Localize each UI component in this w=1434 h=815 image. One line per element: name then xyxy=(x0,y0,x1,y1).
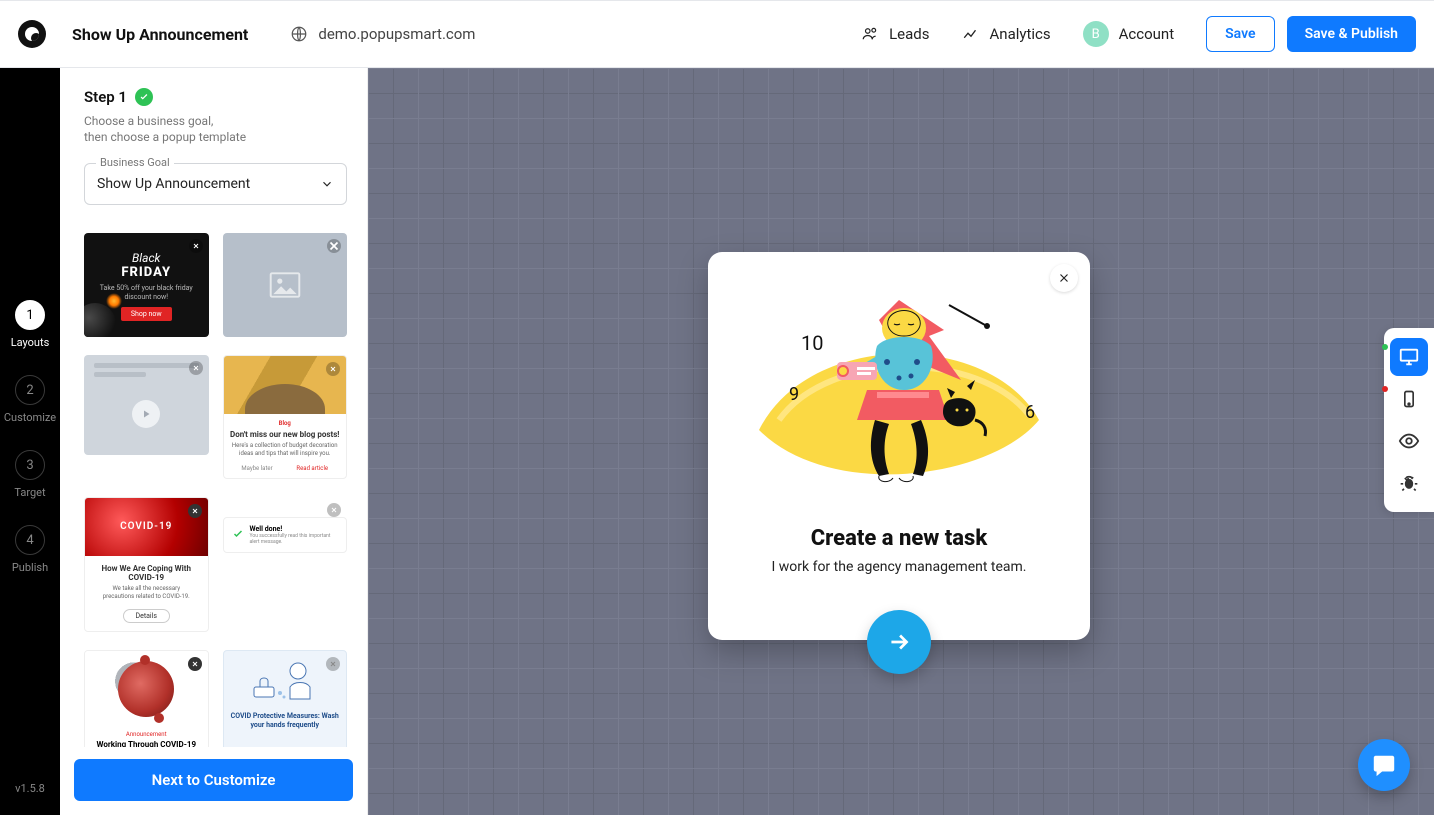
rail-step-publish[interactable]: 4 Publish xyxy=(0,525,60,574)
analytics-icon xyxy=(962,25,980,43)
step-label: Publish xyxy=(12,561,48,574)
template-blog[interactable]: Blog Don't miss our new blog posts! Here… xyxy=(223,355,348,479)
account-label: Account xyxy=(1119,25,1175,43)
mobile-icon xyxy=(1399,389,1419,409)
image-icon xyxy=(269,272,301,298)
domain-text: demo.popupsmart.com xyxy=(318,25,475,43)
close-icon xyxy=(189,239,203,253)
save-button[interactable]: Save xyxy=(1206,16,1274,52)
template-virus[interactable]: Announcement Working Through COVID-19 xyxy=(84,650,209,747)
editor-canvas[interactable]: 10 9 6 xyxy=(368,68,1434,815)
status-dot-icon xyxy=(1382,386,1388,392)
rail-step-layouts[interactable]: 1 Layouts xyxy=(0,300,60,349)
select-legend: Business Goal xyxy=(96,156,174,169)
virus-icon xyxy=(118,661,174,717)
popup-continue-button[interactable] xyxy=(867,610,931,674)
brand-logo xyxy=(18,20,46,48)
step-label: Layouts xyxy=(11,336,50,349)
avatar: B xyxy=(1083,21,1109,47)
step-number: 4 xyxy=(15,525,45,555)
arrow-right-icon xyxy=(886,629,912,655)
step-label: Customize xyxy=(4,411,56,424)
account-link[interactable]: B Account xyxy=(1083,21,1175,47)
popup-preview[interactable]: 10 9 6 xyxy=(708,252,1090,640)
sidebar-panel: Step 1 Choose a business goal, then choo… xyxy=(60,68,368,815)
svg-text:10: 10 xyxy=(801,331,823,355)
template-toast[interactable]: Well done!You successfully read this imp… xyxy=(223,497,348,633)
chat-icon xyxy=(1371,752,1397,778)
svg-text:9: 9 xyxy=(789,384,799,405)
version-label: v1.5.8 xyxy=(0,782,60,795)
step-description: Choose a business goal, then choose a po… xyxy=(84,114,347,145)
preview-button[interactable] xyxy=(1390,422,1428,460)
debug-button[interactable] xyxy=(1390,464,1428,502)
close-icon xyxy=(188,504,202,518)
close-icon xyxy=(327,239,341,253)
eye-icon xyxy=(1398,430,1420,452)
domain-indicator[interactable]: demo.popupsmart.com xyxy=(290,25,475,43)
step-label: Target xyxy=(14,486,45,499)
page-title: Show Up Announcement xyxy=(72,25,248,44)
select-value: Show Up Announcement xyxy=(97,176,250,192)
bug-icon xyxy=(1399,473,1419,493)
popup-illustration: 10 9 6 xyxy=(739,270,1059,510)
close-icon xyxy=(189,361,203,375)
analytics-label: Analytics xyxy=(990,25,1051,43)
check-icon xyxy=(232,525,244,544)
business-goal-select[interactable]: Show Up Announcement xyxy=(84,163,347,205)
chevron-down-icon xyxy=(320,177,334,191)
step-rail: 1 Layouts 2 Customize 3 Target 4 Publish… xyxy=(0,68,60,815)
viewport-tools xyxy=(1384,328,1434,512)
template-covid[interactable]: COVID-19 How We Are Coping With COVID-19… xyxy=(84,497,209,633)
step-title: Step 1 xyxy=(84,88,127,106)
check-icon xyxy=(135,88,153,106)
leads-label: Leads xyxy=(889,25,929,43)
svg-text:6: 6 xyxy=(1025,402,1035,423)
leads-icon xyxy=(861,25,879,43)
rail-step-target[interactable]: 3 Target xyxy=(0,450,60,499)
play-icon xyxy=(132,400,160,428)
rail-step-customize[interactable]: 2 Customize xyxy=(0,375,60,424)
close-icon xyxy=(327,503,341,517)
template-video[interactable] xyxy=(84,355,209,455)
close-icon xyxy=(188,657,202,671)
leads-link[interactable]: Leads xyxy=(861,25,929,43)
template-black-friday[interactable]: BlackFRIDAY Take 50% off your black frid… xyxy=(84,233,209,337)
top-header: Show Up Announcement demo.popupsmart.com… xyxy=(0,0,1434,68)
intercom-launcher[interactable] xyxy=(1358,739,1410,791)
step-number: 2 xyxy=(15,375,45,405)
status-dot-icon xyxy=(1382,344,1388,350)
popup-subtitle: I work for the agency management team. xyxy=(771,559,1026,575)
monitor-icon xyxy=(1398,346,1420,368)
template-image-placeholder[interactable] xyxy=(223,233,348,337)
analytics-link[interactable]: Analytics xyxy=(962,25,1051,43)
save-publish-button[interactable]: Save & Publish xyxy=(1287,16,1416,52)
next-to-customize-button[interactable]: Next to Customize xyxy=(74,759,353,801)
step-number: 1 xyxy=(15,300,45,330)
step-number: 3 xyxy=(15,450,45,480)
globe-icon xyxy=(290,25,308,43)
sidebar-scroll[interactable]: Step 1 Choose a business goal, then choo… xyxy=(60,68,367,747)
mobile-view-button[interactable] xyxy=(1390,380,1428,418)
close-icon xyxy=(1057,271,1071,285)
template-wash-hands[interactable]: COVID Protective Measures: Wash your han… xyxy=(223,650,348,747)
popup-title: Create a new task xyxy=(811,526,987,551)
desktop-view-button[interactable] xyxy=(1390,338,1428,376)
wash-hands-icon xyxy=(250,657,320,703)
template-grid: BlackFRIDAY Take 50% off your black frid… xyxy=(84,233,347,747)
